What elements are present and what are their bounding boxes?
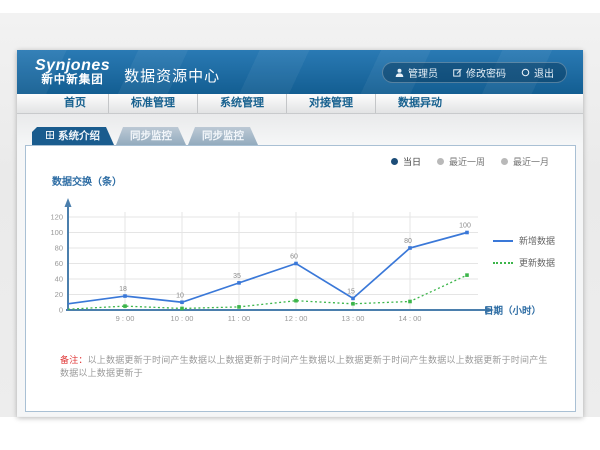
svg-text:100: 100 [50, 228, 63, 237]
legend-entry-new-data[interactable]: 新增数据 [493, 234, 555, 247]
svg-text:10 : 00: 10 : 00 [171, 314, 194, 323]
page-title: 数据资源中心 [124, 65, 220, 86]
footnote: 备注：以上数据更新于时间产生数据以上数据更新于时间产生数据以上数据更新于时间产生… [60, 353, 555, 379]
range-option-label: 最近一周 [449, 155, 485, 168]
edit-icon [453, 68, 462, 77]
svg-text:0: 0 [59, 306, 63, 315]
nav-item-standard-mgmt[interactable]: 标准管理 [108, 94, 197, 113]
nav-item-system-mgmt[interactable]: 系统管理 [197, 94, 286, 113]
footnote-label: 备注： [60, 355, 88, 365]
change-password-button[interactable]: 修改密码 [453, 65, 506, 80]
footnote-text: 以上数据更新于时间产生数据以上数据更新于时间产生数据以上数据更新于时间产生数据以… [60, 355, 548, 378]
nav-item-interface-mgmt[interactable]: 对接管理 [286, 94, 375, 113]
user-toolbar: 管理员 修改密码 退出 [382, 62, 567, 83]
svg-text:100: 100 [459, 223, 471, 230]
logo-english: Synjones [35, 58, 110, 75]
range-option-last-month[interactable]: 最近一月 [501, 155, 549, 168]
legend-entry-updated-data[interactable]: 更新数据 [493, 256, 555, 269]
svg-text:13 : 00: 13 : 00 [342, 314, 365, 323]
current-user-button[interactable]: 管理员 [395, 65, 438, 80]
legend-label: 更新数据 [519, 256, 555, 269]
tab-label: 同步监控 [130, 127, 172, 145]
logout-button[interactable]: 退出 [521, 65, 554, 80]
svg-text:60: 60 [55, 259, 63, 268]
svg-text:14 : 00: 14 : 00 [399, 314, 422, 323]
series-legend: 新增数据 更新数据 [493, 234, 555, 269]
svg-text:20: 20 [55, 290, 63, 299]
range-option-last-week[interactable]: 最近一周 [437, 155, 485, 168]
svg-text:9 : 00: 9 : 00 [116, 314, 135, 323]
app-window: Synjones 新中新集团 数据资源中心 管理员 修改密码 退出 [17, 50, 583, 417]
radio-dot-icon [391, 158, 398, 165]
tab-system-intro[interactable]: 系统介绍 [32, 127, 114, 145]
tab-sync-monitor-2[interactable]: 同步监控 [188, 127, 258, 145]
solid-line-icon [493, 240, 513, 242]
svg-text:18: 18 [119, 286, 127, 293]
current-user-label: 管理员 [408, 65, 438, 80]
radio-dot-icon [437, 158, 444, 165]
line-chart: 0 20 40 60 80 100 120 9 : 00 10 : 00 11 : 00 12 : … [38, 190, 518, 330]
company-logo: Synjones 新中新集团 [35, 58, 110, 87]
svg-text:60: 60 [290, 254, 298, 261]
logout-label: 退出 [534, 65, 554, 80]
nav-item-data-changes[interactable]: 数据异动 [375, 94, 464, 113]
tab-label: 同步监控 [202, 127, 244, 145]
chart-panel: 当日 最近一周 最近一月 数据交换（条） 0 20 40 60 80 100 120 9 : … [25, 145, 576, 412]
range-option-label: 最近一月 [513, 155, 549, 168]
chart-y-axis-title: 数据交换（条） [52, 173, 122, 188]
svg-text:40: 40 [55, 275, 63, 284]
range-option-label: 当日 [403, 155, 421, 168]
content-area: 系统介绍 同步监控 同步监控 当日 最近一周 [17, 114, 583, 416]
svg-text:120: 120 [50, 213, 63, 222]
time-range-selector: 当日 最近一周 最近一月 [391, 155, 549, 168]
tab-bar: 系统介绍 同步监控 同步监控 [32, 127, 583, 145]
app-header: Synjones 新中新集团 数据资源中心 管理员 修改密码 退出 [17, 50, 583, 94]
svg-text:35: 35 [233, 273, 241, 280]
radio-dot-icon [501, 158, 508, 165]
svg-text:15: 15 [347, 288, 355, 295]
power-icon [521, 68, 530, 77]
nav-item-home[interactable]: 首页 [42, 94, 108, 113]
svg-text:11 : 00: 11 : 00 [228, 314, 250, 323]
dotted-line-icon [493, 262, 513, 264]
change-password-label: 修改密码 [466, 65, 506, 80]
main-nav: 首页 标准管理 系统管理 对接管理 数据异动 [17, 94, 583, 114]
svg-text:80: 80 [404, 238, 412, 245]
user-icon [395, 68, 404, 77]
tab-sync-monitor-1[interactable]: 同步监控 [116, 127, 186, 145]
grid-icon [46, 127, 54, 145]
logo-chinese: 新中新集团 [35, 74, 110, 86]
svg-text:12 : 00: 12 : 00 [285, 314, 308, 323]
range-option-today[interactable]: 当日 [391, 155, 421, 168]
svg-text:10: 10 [176, 292, 184, 299]
legend-label: 新增数据 [519, 234, 555, 247]
svg-text:80: 80 [55, 244, 63, 253]
chart-x-axis-title: 日期（小时） [484, 303, 541, 317]
tab-label: 系统介绍 [58, 127, 100, 145]
